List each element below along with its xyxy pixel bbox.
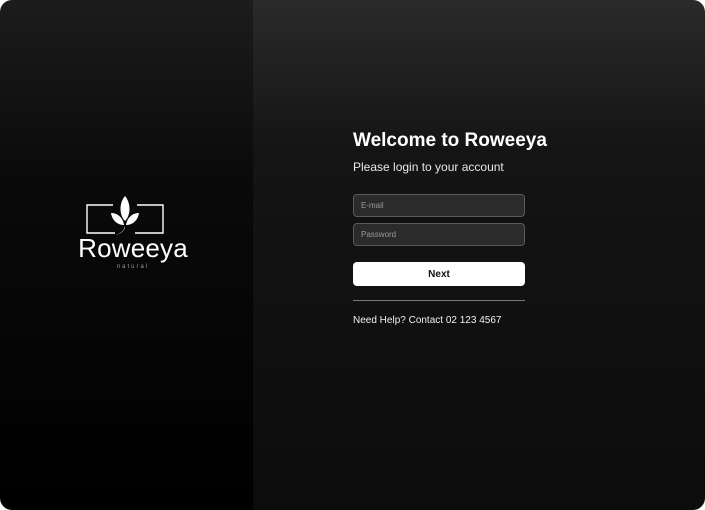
login-form: Welcome to Roweeya Please login to your …: [353, 128, 547, 326]
help-contact-text: Need Help? Contact 02 123 4567: [353, 315, 502, 326]
page-title: Welcome to Roweeya: [353, 130, 547, 151]
email-field[interactable]: [353, 194, 525, 217]
page-subtitle: Please login to your account: [353, 160, 504, 174]
app-window: Roweeya natural Welcome to Roweeya Pleas…: [0, 0, 705, 510]
next-button[interactable]: Next: [353, 262, 525, 286]
leaf-logo-icon: [86, 196, 164, 235]
brand-tagline: natural: [116, 264, 150, 270]
brand-logo: Roweeya natural: [74, 195, 192, 275]
login-panel: Welcome to Roweeya Please login to your …: [253, 0, 705, 510]
brand-panel: Roweeya natural: [0, 0, 253, 510]
password-field[interactable]: [353, 223, 525, 246]
brand-name: Roweeya: [78, 233, 188, 263]
divider: [353, 300, 525, 301]
